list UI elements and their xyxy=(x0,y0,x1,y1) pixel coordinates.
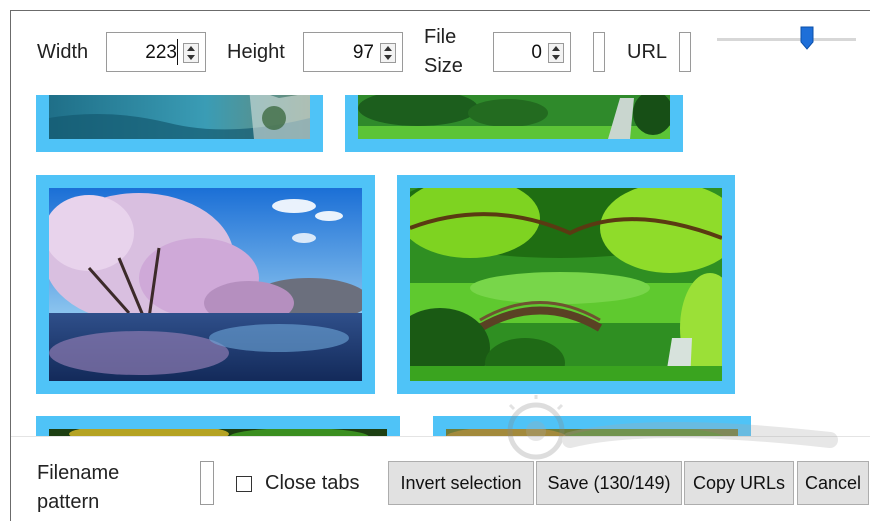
filesize-label-line1: File xyxy=(424,26,457,48)
filename-pattern-input[interactable] xyxy=(200,461,214,505)
spin-down-icon xyxy=(552,55,560,60)
thumbnail-japanese-garden xyxy=(358,95,670,139)
size-slider-track[interactable] xyxy=(717,38,856,41)
thumbnail-cherry-blossom-lake xyxy=(49,188,362,381)
save-button[interactable]: Save (130/149) xyxy=(536,461,682,505)
height-label: Height xyxy=(227,41,285,63)
spin-down-icon xyxy=(384,55,392,60)
image-tile[interactable] xyxy=(433,416,751,436)
thumbnail-garden-arch-bridge xyxy=(410,188,722,381)
close-tabs-checkbox[interactable] xyxy=(236,476,252,492)
spin-down-icon xyxy=(187,55,195,60)
filesize-stepper[interactable]: 0 xyxy=(493,32,571,72)
filename-label-line1: Filename xyxy=(37,462,120,484)
image-tile[interactable] xyxy=(36,416,400,436)
filter-toolbar: Width 223 Height 97 File Size 0 URL xyxy=(11,11,870,95)
width-value: 223 xyxy=(145,42,177,63)
text-caret xyxy=(177,39,178,65)
spin-up-icon xyxy=(384,46,392,51)
size-slider-thumb[interactable] xyxy=(800,26,814,50)
filename-pattern-label: Filename pattern xyxy=(37,459,157,517)
height-value: 97 xyxy=(352,42,374,63)
filesize-unit-field[interactable] xyxy=(593,32,605,72)
action-bar: Filename pattern Close tabs Invert selec… xyxy=(11,436,870,522)
spin-up-icon xyxy=(187,46,195,51)
thumbnail-waterfall-lake xyxy=(49,95,310,139)
copy-urls-button[interactable]: Copy URLs xyxy=(684,461,794,505)
image-gallery xyxy=(11,95,870,436)
url-label: URL xyxy=(627,41,668,63)
image-tile[interactable] xyxy=(36,175,375,394)
image-tile[interactable] xyxy=(36,95,323,152)
width-spin-buttons[interactable] xyxy=(183,43,199,63)
width-label: Width xyxy=(37,41,89,63)
filesize-label-line2: Size xyxy=(424,55,463,77)
width-stepper[interactable]: 223 xyxy=(106,32,206,72)
close-tabs-label[interactable]: Close tabs xyxy=(265,472,360,495)
invert-selection-button[interactable]: Invert selection xyxy=(388,461,534,505)
url-filter-input[interactable] xyxy=(679,32,691,72)
height-spin-buttons[interactable] xyxy=(380,43,396,63)
thumbnail-autumn-garden xyxy=(446,429,738,436)
image-tile[interactable] xyxy=(345,95,683,152)
cancel-button[interactable]: Cancel xyxy=(797,461,869,505)
height-stepper[interactable]: 97 xyxy=(303,32,403,72)
filename-label-line2: pattern xyxy=(37,491,100,513)
image-tile[interactable] xyxy=(397,175,735,394)
thumbnail-forest-canopy xyxy=(49,429,387,436)
spin-up-icon xyxy=(552,46,560,51)
filesize-spin-buttons[interactable] xyxy=(548,43,564,63)
filesize-value: 0 xyxy=(531,42,542,63)
